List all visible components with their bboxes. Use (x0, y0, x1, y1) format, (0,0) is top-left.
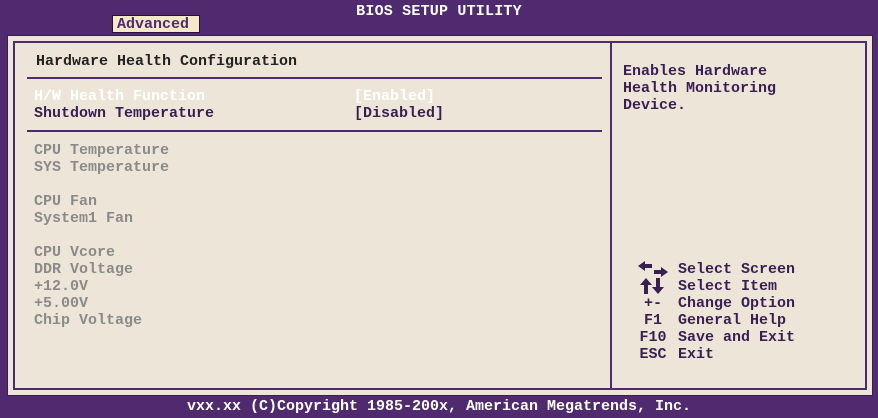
help-text: Enables Hardware Health Monitoring Devic… (623, 63, 777, 114)
legend-general-help: F1 General Help (632, 312, 862, 329)
monitor-cpu-temperature: CPU Temperature (34, 142, 170, 159)
legend-key: F1 (643, 312, 662, 329)
legend-key: +- (643, 295, 662, 312)
legend-key: ESC (639, 346, 667, 363)
setting-shutdown-temperature-value[interactable]: [Disabled] (354, 105, 444, 122)
monitor-sys-temperature: SYS Temperature (34, 159, 170, 176)
legend-desc: Select Screen (678, 261, 796, 278)
setting-hw-health-function-label[interactable]: H/W Health Function (34, 88, 205, 105)
legend-desc: Save and Exit (678, 329, 796, 346)
monitor-5v: +5.00V (34, 295, 89, 312)
monitor-cpu-fan: CPU Fan (34, 193, 98, 210)
legend-desc: Exit (678, 346, 715, 363)
legend-select-item: Select Item (632, 278, 862, 295)
legend-desc: Select Item (678, 278, 778, 295)
legend-desc: Change Option (678, 295, 796, 312)
section-divider-bottom (27, 130, 602, 132)
copyright-footer: vxx.xx (C)Copyright 1985-200x, American … (186, 398, 692, 415)
legend-change-option: +- Change Option (632, 295, 862, 312)
setting-hw-health-function-value[interactable]: [Enabled] (354, 88, 435, 105)
setting-shutdown-temperature-label[interactable]: Shutdown Temperature (34, 105, 214, 122)
monitor-chip-voltage: Chip Voltage (34, 312, 143, 329)
legend-exit: ESC Exit (632, 346, 862, 363)
monitor-system1-fan: System1 Fan (34, 210, 134, 227)
section-divider-top (27, 77, 602, 79)
legend-desc: General Help (678, 312, 787, 329)
main-frame: Hardware Health Configuration H/W Health… (7, 35, 873, 396)
legend-key: F10 (639, 329, 667, 346)
legend-select-screen: Select Screen (632, 261, 862, 278)
monitor-ddr-voltage: DDR Voltage (34, 261, 134, 278)
panel-divider (610, 41, 612, 390)
legend-save-exit: F10 Save and Exit (632, 329, 862, 346)
tab-advanced[interactable]: Advanced (112, 15, 200, 33)
monitor-12v: +12.0V (34, 278, 89, 295)
title-bar: BIOS SETUP UTILITY Advanced (0, 0, 878, 35)
section-title: Hardware Health Configuration (36, 53, 298, 70)
monitor-cpu-vcore: CPU Vcore (34, 244, 116, 261)
